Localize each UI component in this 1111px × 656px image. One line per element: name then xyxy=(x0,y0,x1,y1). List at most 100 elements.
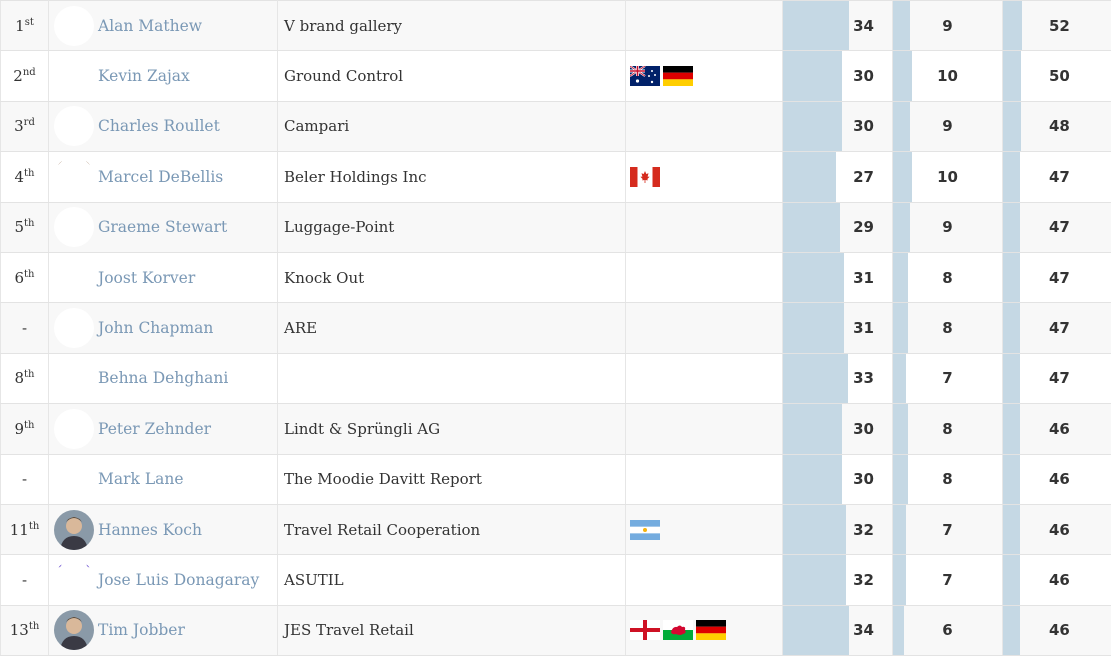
score-cell-2: 9 xyxy=(893,101,1003,151)
flags-cell xyxy=(626,454,783,504)
score-bar xyxy=(783,455,842,504)
avatar[interactable] xyxy=(54,106,94,146)
avatar[interactable] xyxy=(54,510,94,550)
score-cell-2: 6 xyxy=(893,605,1003,655)
avatar[interactable] xyxy=(54,610,94,650)
company-cell: Campari xyxy=(278,101,626,151)
rank-number: 13 xyxy=(10,621,29,639)
player-cell: Tim Jobber xyxy=(49,605,278,655)
score-value: 30 xyxy=(853,470,892,488)
flag-wales-icon xyxy=(663,620,693,640)
score-cell-1: 32 xyxy=(783,555,893,605)
avatar[interactable] xyxy=(54,459,94,499)
score-cell-3: 52 xyxy=(1003,1,1111,51)
score-value: 10 xyxy=(937,168,958,186)
company-cell: ASUTIL xyxy=(278,555,626,605)
rank-cell: 6th xyxy=(1,252,49,302)
table-row: 6thJoost KorverKnock Out31847 xyxy=(1,252,1111,302)
score-cell-2: 9 xyxy=(893,1,1003,51)
player-name-link[interactable]: Kevin Zajax xyxy=(98,67,190,85)
avatar[interactable] xyxy=(54,207,94,247)
table-row: 2ndKevin ZajaxGround Control301050 xyxy=(1,51,1111,101)
score-bar xyxy=(893,51,912,100)
player-name-link[interactable]: Graeme Stewart xyxy=(98,218,227,236)
avatar[interactable] xyxy=(54,56,94,96)
flags-cell xyxy=(626,605,783,655)
rank-cell: 5th xyxy=(1,202,49,252)
avatar[interactable] xyxy=(54,157,94,197)
flags-cell xyxy=(626,101,783,151)
score-cell-1: 32 xyxy=(783,504,893,554)
score-cell-1: 30 xyxy=(783,404,893,454)
rank-cell: 1st xyxy=(1,1,49,51)
avatar[interactable] xyxy=(54,409,94,449)
score-value: 52 xyxy=(1003,17,1070,35)
score-cell-1: 34 xyxy=(783,605,893,655)
score-cell-1: 27 xyxy=(783,152,893,202)
player-name-link[interactable]: Mark Lane xyxy=(98,470,184,488)
rank-suffix: th xyxy=(24,369,34,380)
score-value: 30 xyxy=(853,117,892,135)
player-name-link[interactable]: Jose Luis Donagaray xyxy=(98,571,259,589)
score-cell-2: 7 xyxy=(893,555,1003,605)
table-row: 11thHannes KochTravel Retail Cooperation… xyxy=(1,504,1111,554)
player-name-link[interactable]: Behna Dehghani xyxy=(98,369,228,387)
rank-suffix: th xyxy=(24,168,34,179)
score-cell-2: 9 xyxy=(893,202,1003,252)
score-bar xyxy=(783,253,844,302)
player-name-link[interactable]: Charles Roullet xyxy=(98,117,220,135)
rank-number: - xyxy=(22,319,27,337)
score-bar xyxy=(783,102,842,151)
player-name-link[interactable]: John Chapman xyxy=(98,319,213,337)
player-cell: Joost Korver xyxy=(49,252,278,302)
rank-cell: 2nd xyxy=(1,51,49,101)
score-bar xyxy=(783,606,849,655)
avatar[interactable] xyxy=(54,308,94,348)
player-name-link[interactable]: Peter Zehnder xyxy=(98,420,211,438)
score-value: 32 xyxy=(853,571,892,589)
score-bar xyxy=(893,505,906,554)
flag-germany-icon xyxy=(663,66,693,86)
score-value: 50 xyxy=(1003,67,1070,85)
avatar[interactable] xyxy=(54,560,94,600)
player-cell: Peter Zehnder xyxy=(49,404,278,454)
player-name-link[interactable]: Alan Mathew xyxy=(98,17,202,35)
score-bar xyxy=(893,203,910,252)
score-bar xyxy=(783,1,849,50)
table-row: 13thTim JobberJES Travel Retail34646 xyxy=(1,605,1111,655)
score-bar xyxy=(783,152,836,201)
score-value: 7 xyxy=(942,571,952,589)
score-cell-3: 46 xyxy=(1003,454,1111,504)
rank-suffix: th xyxy=(24,269,34,280)
score-value: 8 xyxy=(942,319,952,337)
rank-cell: 3rd xyxy=(1,101,49,151)
avatar[interactable] xyxy=(54,358,94,398)
score-value: 47 xyxy=(1003,319,1070,337)
rank-number: 8 xyxy=(14,369,24,387)
score-cell-1: 31 xyxy=(783,303,893,353)
score-bar xyxy=(893,555,906,604)
flag-germany-icon xyxy=(696,620,726,640)
score-value: 46 xyxy=(1003,621,1070,639)
rank-number: 4 xyxy=(14,168,24,186)
score-value: 47 xyxy=(1003,369,1070,387)
player-cell: Hannes Koch xyxy=(49,504,278,554)
avatar[interactable] xyxy=(54,258,94,298)
player-name-link[interactable]: Joost Korver xyxy=(98,269,195,287)
table-row: 3rdCharles RoulletCampari30948 xyxy=(1,101,1111,151)
score-cell-3: 46 xyxy=(1003,605,1111,655)
score-value: 9 xyxy=(942,117,952,135)
score-cell-3: 46 xyxy=(1003,404,1111,454)
rank-number: 11 xyxy=(10,521,29,539)
avatar[interactable] xyxy=(54,6,94,46)
flags-cell xyxy=(626,504,783,554)
player-name-link[interactable]: Marcel DeBellis xyxy=(98,168,223,186)
leaderboard-table: 1stAlan MathewV brand gallery349522ndKev… xyxy=(0,0,1111,656)
score-bar xyxy=(783,354,848,403)
table-row: -John ChapmanARE31847 xyxy=(1,303,1111,353)
score-cell-1: 34 xyxy=(783,1,893,51)
player-name-link[interactable]: Hannes Koch xyxy=(98,521,202,539)
player-name-link[interactable]: Tim Jobber xyxy=(98,621,185,639)
flags-cell xyxy=(626,404,783,454)
score-value: 9 xyxy=(942,218,952,236)
